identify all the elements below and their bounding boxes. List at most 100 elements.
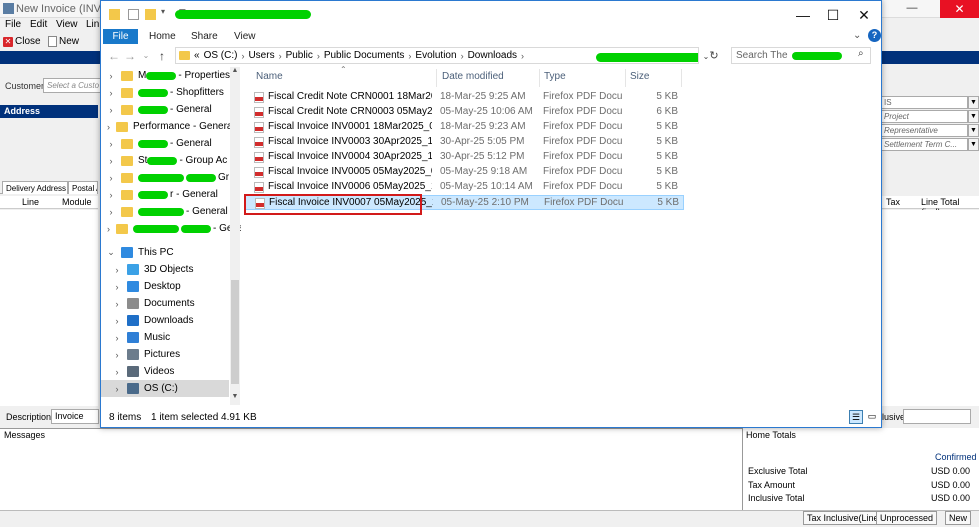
breadcrumb-users[interactable]: Users (248, 50, 274, 61)
breadcrumb-separator-icon[interactable]: › (408, 51, 411, 61)
properties-icon[interactable] (128, 9, 139, 20)
search-input[interactable]: Search The ⌕ (731, 47, 871, 64)
minimize-button[interactable]: — (900, 2, 924, 16)
column-divider[interactable] (539, 69, 540, 87)
ribbon-tab-share[interactable]: Share (191, 31, 218, 42)
chevron-right-icon[interactable]: › (107, 173, 115, 183)
chevron-right-icon[interactable]: › (113, 350, 121, 360)
menu-edit[interactable]: Edit (30, 19, 47, 30)
representative-field[interactable]: Representative (881, 124, 968, 137)
nav-item-folder[interactable]: › - General (101, 135, 231, 152)
details-view-icon[interactable]: ☰ (849, 410, 863, 424)
chevron-right-icon[interactable]: › (107, 122, 110, 132)
address-bar[interactable]: « OS (C:) › Users › Public › Public Docu… (175, 47, 699, 64)
scroll-down-icon[interactable]: ▼ (230, 393, 240, 403)
nav-item-music[interactable]: › Music (101, 329, 231, 346)
chevron-down-icon[interactable]: ▼ (968, 124, 979, 137)
nav-item-folder[interactable]: › M - Properties (101, 67, 231, 84)
explorer-minimize-button[interactable]: — (788, 5, 818, 25)
ribbon-tab-file[interactable]: File (103, 29, 138, 44)
chevron-right-icon[interactable]: › (107, 139, 115, 149)
nav-item-folder[interactable]: › - General (101, 101, 231, 118)
file-row[interactable]: Fiscal Invoice INV0003 30Apr2025_1705 30-… (244, 135, 684, 150)
column-line[interactable]: Line (22, 197, 39, 207)
tax-mode-status[interactable]: Tax Inclusive(Line) (803, 511, 886, 525)
nav-item-folder[interactable]: › - Shopfitters (101, 84, 231, 101)
scrollbar-thumb[interactable] (231, 280, 239, 384)
explorer-close-button[interactable]: ✕ (849, 5, 879, 25)
chevron-down-icon[interactable]: ▼ (968, 96, 979, 109)
file-row[interactable]: Fiscal Invoice INV0006 05May2025_1014 05-… (244, 180, 684, 195)
chevron-right-icon[interactable]: › (113, 384, 121, 394)
scroll-up-icon[interactable]: ▲ (230, 67, 240, 77)
inclusive-input[interactable] (903, 409, 971, 424)
breadcrumb-public[interactable]: Public (286, 50, 313, 61)
nav-item-folder[interactable]: › Performance - General (101, 118, 235, 135)
large-icons-view-icon[interactable]: ▭ (866, 410, 878, 424)
chevron-right-icon[interactable]: › (107, 224, 110, 234)
menu-line[interactable]: Lin (86, 19, 99, 30)
file-row[interactable]: Fiscal Credit Note CRN0001 18Mar2025_0..… (244, 90, 684, 105)
quick-access-dropdown-icon[interactable]: ▾ (161, 7, 172, 18)
chevron-right-icon[interactable]: › (113, 367, 121, 377)
column-size[interactable]: Size (630, 71, 649, 87)
nav-item-videos[interactable]: › Videos (101, 363, 231, 380)
chevron-down-icon[interactable]: ▼ (968, 110, 979, 123)
ribbon-tab-view[interactable]: View (234, 31, 256, 42)
close-button[interactable]: ✕ Close (3, 34, 41, 49)
breadcrumb-downloads[interactable]: Downloads (468, 50, 517, 61)
nav-item-3d-objects[interactable]: › 3D Objects (101, 261, 231, 278)
nav-scrollbar[interactable]: ▲ ▼ (230, 67, 240, 405)
nav-item-folder[interactable]: › St - Group Ac (101, 152, 231, 169)
chevron-right-icon[interactable]: › (113, 333, 121, 343)
nav-item-os-drive[interactable]: › OS (C:) (101, 380, 229, 397)
breadcrumb-separator-icon[interactable]: › (279, 51, 282, 61)
nav-item-folder[interactable]: › - General (101, 203, 231, 220)
up-arrow-icon[interactable]: ↑ (155, 49, 169, 63)
file-row[interactable]: Fiscal Invoice INV0004 30Apr2025_1712 30-… (244, 150, 684, 165)
new-folder-icon[interactable] (145, 9, 156, 20)
file-row[interactable]: Fiscal Credit Note CRN0003 05May2025_1..… (244, 105, 684, 120)
breadcrumb-separator-icon[interactable]: › (461, 51, 464, 61)
column-tax[interactable]: Tax (886, 197, 900, 207)
chevron-right-icon[interactable]: › (107, 156, 115, 166)
chevron-right-icon[interactable]: › (107, 88, 115, 98)
breadcrumb-separator-icon[interactable]: › (241, 51, 244, 61)
project-field[interactable]: Project (881, 110, 968, 123)
nav-item-folder[interactable]: ›- Genera (101, 220, 241, 237)
nav-item-folder[interactable]: › Gr (101, 169, 231, 186)
breadcrumb-overflow[interactable]: « (194, 50, 200, 61)
chevron-right-icon[interactable]: › (107, 190, 115, 200)
breadcrumb-public-documents[interactable]: Public Documents (324, 50, 405, 61)
column-divider[interactable] (681, 69, 682, 87)
menu-view[interactable]: View (56, 19, 78, 30)
nav-item-downloads[interactable]: › Downloads (101, 312, 231, 329)
ribbon-tab-home[interactable]: Home (149, 31, 176, 42)
nav-item-this-pc[interactable]: ⌄ This PC (101, 244, 231, 261)
file-row[interactable]: Fiscal Invoice INV0005 05May2025_0918 05-… (244, 165, 684, 180)
column-divider[interactable] (625, 69, 626, 87)
column-name[interactable]: Name (256, 71, 283, 87)
column-divider[interactable] (436, 69, 437, 87)
chevron-right-icon[interactable]: › (107, 105, 115, 115)
forward-arrow-icon[interactable]: → (123, 49, 137, 63)
column-type[interactable]: Type (544, 71, 566, 87)
column-module[interactable]: Module (62, 197, 92, 207)
breadcrumb-separator-icon[interactable]: › (521, 51, 524, 61)
column-date-modified[interactable]: Date modified (442, 71, 504, 87)
lines-grid[interactable] (0, 210, 98, 406)
chevron-right-icon[interactable]: › (113, 265, 121, 275)
chevron-down-icon[interactable]: ⌄ (853, 30, 861, 41)
nav-item-pictures[interactable]: › Pictures (101, 346, 231, 363)
help-icon[interactable]: ? (868, 29, 881, 42)
back-arrow-icon[interactable]: ← (107, 49, 121, 63)
settlement-term-field[interactable]: Settlement Term C... (881, 138, 968, 151)
breadcrumb-evolution[interactable]: Evolution (415, 50, 456, 61)
lines-grid-right[interactable] (881, 210, 979, 406)
nav-item-folder[interactable]: › r - General (101, 186, 231, 203)
nav-item-desktop[interactable]: › Desktop (101, 278, 231, 295)
description-input[interactable]: Invoice (51, 409, 99, 424)
chevron-right-icon[interactable]: › (113, 282, 121, 292)
breadcrumb-separator-icon[interactable]: › (317, 51, 320, 61)
menu-file[interactable]: File (5, 19, 21, 30)
